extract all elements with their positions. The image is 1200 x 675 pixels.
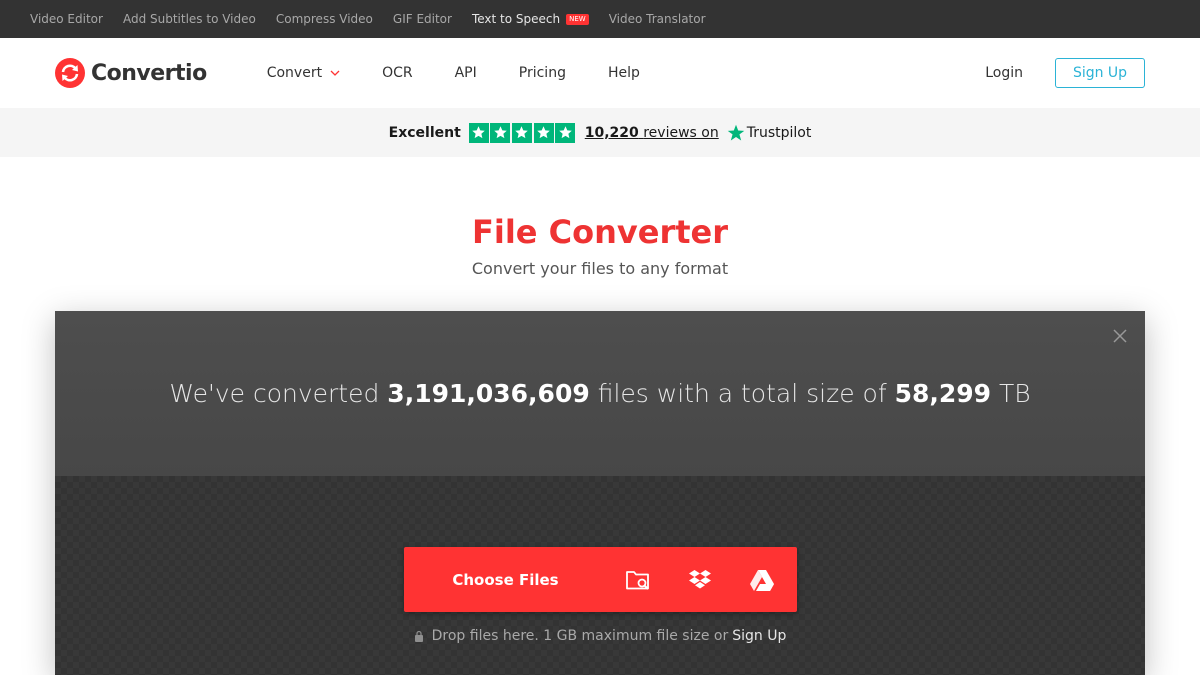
nav-ocr[interactable]: OCR: [382, 65, 413, 81]
converter-panel: We've converted 3,191,036,609 files with…: [55, 311, 1145, 675]
star-icon: [511, 122, 532, 143]
trustpilot-bar: Excellent 10,220 reviews on Trustpilot: [0, 108, 1200, 157]
topbar-link-video-editor[interactable]: Video Editor: [30, 12, 103, 26]
main-header: Convertio Convert OCR API Pricing Help L…: [0, 38, 1200, 108]
stats-prefix: We've converted: [169, 379, 380, 408]
trust-reviews-on: reviews on: [643, 124, 719, 141]
drop-hint-text: Drop files here. 1 GB maximum file size …: [431, 628, 729, 644]
star-icon: [555, 122, 576, 143]
header-actions: Login Sign Up: [985, 38, 1145, 108]
stats-banner: We've converted 3,191,036,609 files with…: [55, 311, 1145, 476]
topbar-link-compress-video[interactable]: Compress Video: [276, 12, 373, 26]
trustpilot-name: Trustpilot: [746, 124, 812, 141]
topbar-link-gif-editor[interactable]: GIF Editor: [393, 12, 452, 26]
nav-help[interactable]: Help: [608, 65, 640, 81]
new-badge: NEW: [566, 13, 589, 25]
nav-pricing[interactable]: Pricing: [519, 65, 566, 81]
login-link[interactable]: Login: [985, 65, 1023, 81]
stats-files-count: 3,191,036,609: [387, 379, 590, 408]
drop-signup-link[interactable]: Sign Up: [732, 628, 786, 644]
trust-rating-word: Excellent: [388, 124, 461, 141]
dropbox-button[interactable]: [669, 547, 731, 612]
folder-search-icon: [626, 570, 649, 590]
topbar-link-video-translator[interactable]: Video Translator: [609, 12, 706, 26]
star-icon: [490, 122, 511, 143]
trustpilot-logo[interactable]: Trustpilot: [727, 124, 812, 142]
drop-zone[interactable]: Choose Files Drop files here. 1 GB maxim…: [55, 476, 1145, 675]
topbar-link-label: Text to Speech: [471, 12, 561, 26]
nav-convert-label: Convert: [266, 65, 323, 81]
from-device-button[interactable]: [607, 547, 669, 612]
drop-hint: Drop files here. 1 GB maximum file size …: [55, 628, 1145, 644]
trust-review-count: 10,220: [584, 124, 639, 141]
google-drive-icon: [750, 569, 774, 591]
dropbox-icon: [689, 569, 711, 588]
logo-icon: [55, 58, 85, 88]
google-drive-button[interactable]: [731, 547, 793, 612]
logo-text: Convertio: [91, 60, 207, 86]
topbar-link-text-to-speech[interactable]: Text to Speech NEW: [472, 12, 589, 26]
signup-button[interactable]: Sign Up: [1055, 58, 1145, 88]
page-title: File Converter: [471, 213, 728, 251]
nav-api[interactable]: API: [455, 65, 477, 81]
conversion-stats: We've converted 3,191,036,609 files with…: [169, 379, 1030, 408]
star-icon: [468, 122, 489, 143]
choose-files-button[interactable]: Choose Files: [404, 571, 607, 589]
close-icon[interactable]: [1113, 329, 1127, 343]
trust-stars: [468, 122, 577, 143]
star-icon: [533, 122, 554, 143]
stats-unit: TB: [999, 379, 1031, 408]
logo[interactable]: Convertio: [55, 58, 207, 88]
page-subtitle: Convert your files to any format: [471, 259, 729, 278]
stats-size: 58,299: [894, 379, 992, 408]
stats-middle: files with a total size of: [597, 379, 887, 408]
choose-files-button-group: Choose Files: [404, 547, 797, 612]
nav-convert[interactable]: Convert: [267, 65, 340, 81]
chevron-down-icon: [330, 70, 340, 76]
trust-reviews-link[interactable]: 10,220 reviews on: [585, 125, 719, 141]
top-bar: Video Editor Add Subtitles to Video Comp…: [0, 0, 1200, 38]
main-nav: Convert OCR API Pricing Help: [267, 65, 682, 81]
lock-icon: [414, 630, 423, 642]
topbar-link-add-subtitles[interactable]: Add Subtitles to Video: [123, 12, 256, 26]
trustpilot-star-icon: [727, 124, 744, 140]
